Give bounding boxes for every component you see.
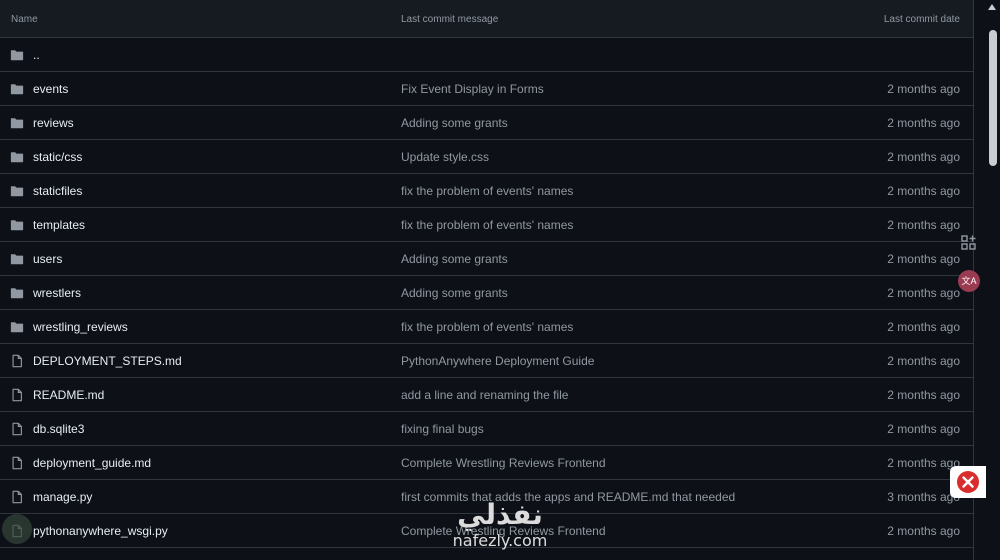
- folder-icon: [10, 82, 24, 96]
- row-commit-message-link[interactable]: PythonAnywhere Deployment Guide: [401, 354, 594, 368]
- row-commit-date: 2 months ago: [887, 388, 960, 402]
- row-name-link[interactable]: DEPLOYMENT_STEPS.md: [33, 354, 182, 368]
- table-row[interactable]: users Adding some grants 2 months ago: [0, 242, 973, 276]
- file-icon: [10, 354, 24, 368]
- row-commit-date: 2 months ago: [887, 82, 960, 96]
- table-row[interactable]: static/css Update style.css 2 months ago: [0, 140, 973, 174]
- file-icon: [10, 456, 24, 470]
- row-commit-message-link[interactable]: fix the problem of events' names: [401, 184, 573, 198]
- scroll-up-arrow-icon[interactable]: [988, 4, 996, 10]
- row-name-link[interactable]: users: [33, 252, 62, 266]
- row-name-link[interactable]: static/css: [33, 150, 82, 164]
- row-name-link[interactable]: wrestling_reviews: [33, 320, 128, 334]
- column-header-name: Name: [11, 14, 38, 25]
- row-commit-message-link[interactable]: Update style.css: [401, 150, 489, 164]
- table-row[interactable]: db.sqlite3 fixing final bugs 2 months ago: [0, 412, 973, 446]
- row-name-link[interactable]: wrestlers: [33, 286, 81, 300]
- row-name-link[interactable]: pythonanywhere_wsgi.py: [33, 524, 168, 538]
- row-commit-message-link[interactable]: Adding some grants: [401, 116, 508, 130]
- row-commit-date: 2 months ago: [887, 422, 960, 436]
- row-name-link[interactable]: db.sqlite3: [33, 422, 84, 436]
- file-icon: [10, 422, 24, 436]
- row-name-link[interactable]: deployment_guide.md: [33, 456, 151, 470]
- folder-icon: [10, 286, 24, 300]
- row-commit-message-link[interactable]: Complete Wrestling Reviews Frontend: [401, 456, 606, 470]
- table-row[interactable]: templates fix the problem of events' name…: [0, 208, 973, 242]
- folder-icon: [10, 116, 24, 130]
- watermark-arabic: نفذلي: [457, 498, 543, 531]
- row-commit-date: 2 months ago: [887, 184, 960, 198]
- row-commit-date: 2 months ago: [887, 150, 960, 164]
- folder-icon: [10, 48, 24, 62]
- row-commit-message-link[interactable]: Fix Event Display in Forms: [401, 82, 544, 96]
- folder-icon: [10, 218, 24, 232]
- row-commit-message-link[interactable]: Adding some grants: [401, 252, 508, 266]
- row-commit-date: 2 months ago: [887, 116, 960, 130]
- row-name-link[interactable]: events: [33, 82, 68, 96]
- table-row[interactable]: events Fix Event Display in Forms 2 months…: [0, 72, 973, 106]
- apps-grid-icon[interactable]: [960, 234, 978, 252]
- row-commit-date: 2 months ago: [887, 320, 960, 334]
- row-commit-message-link[interactable]: fix the problem of events' names: [401, 320, 573, 334]
- column-header-message: Last commit message: [401, 14, 499, 25]
- translate-icon[interactable]: 文A: [958, 270, 980, 292]
- row-commit-message-link[interactable]: fixing final bugs: [401, 422, 484, 436]
- row-name-link[interactable]: ..: [33, 48, 40, 62]
- row-commit-message-link[interactable]: Adding some grants: [401, 286, 508, 300]
- folder-icon: [10, 320, 24, 334]
- row-commit-date: 2 months ago: [887, 354, 960, 368]
- folder-icon: [10, 184, 24, 198]
- row-commit-date: 2 months ago: [887, 524, 960, 538]
- row-commit-date: 2 months ago: [887, 252, 960, 266]
- row-name-link[interactable]: reviews: [33, 116, 74, 130]
- folder-icon: [10, 252, 24, 266]
- row-name-link[interactable]: README.md: [33, 388, 104, 402]
- folder-icon: [10, 150, 24, 164]
- close-x-button[interactable]: [950, 466, 986, 498]
- row-name-link[interactable]: staticfiles: [33, 184, 82, 198]
- file-icon: [10, 490, 24, 504]
- row-name-link[interactable]: templates: [33, 218, 85, 232]
- column-header-date: Last commit date: [883, 14, 960, 25]
- row-commit-message-link[interactable]: add a line and renaming the file: [401, 388, 568, 402]
- row-commit-date: 2 months ago: [887, 218, 960, 232]
- row-commit-message-link[interactable]: fix the problem of events' names: [401, 218, 573, 232]
- file-table: Name Last commit message Last commit dat…: [0, 0, 974, 560]
- table-row[interactable]: wrestling_reviews fix the problem of even…: [0, 310, 973, 344]
- table-row[interactable]: staticfiles fix the problem of events' na…: [0, 174, 973, 208]
- row-commit-date: 2 months ago: [887, 286, 960, 300]
- nafezly-watermark: نفذلي nafezly.com: [440, 498, 560, 560]
- row-name-link[interactable]: manage.py: [33, 490, 92, 504]
- table-row[interactable]: ..: [0, 38, 973, 72]
- table-row[interactable]: wrestlers Adding some grants 2 months ago: [0, 276, 973, 310]
- watermark-latin: nafezly.com: [452, 531, 548, 550]
- scroll-thumb[interactable]: [989, 30, 997, 166]
- table-row[interactable]: deployment_guide.md Complete Wrestling Re…: [0, 446, 973, 480]
- file-icon: [10, 388, 24, 402]
- table-row[interactable]: README.md add a line and renaming the fil…: [0, 378, 973, 412]
- table-header: Name Last commit message Last commit dat…: [0, 0, 973, 38]
- table-row[interactable]: DEPLOYMENT_STEPS.md PythonAnywhere Deploy…: [0, 344, 973, 378]
- corner-logo-icon: [2, 514, 32, 544]
- table-body: .. events Fix Event Display in Forms 2 mont…: [0, 38, 973, 548]
- table-row[interactable]: reviews Adding some grants 2 months ago: [0, 106, 973, 140]
